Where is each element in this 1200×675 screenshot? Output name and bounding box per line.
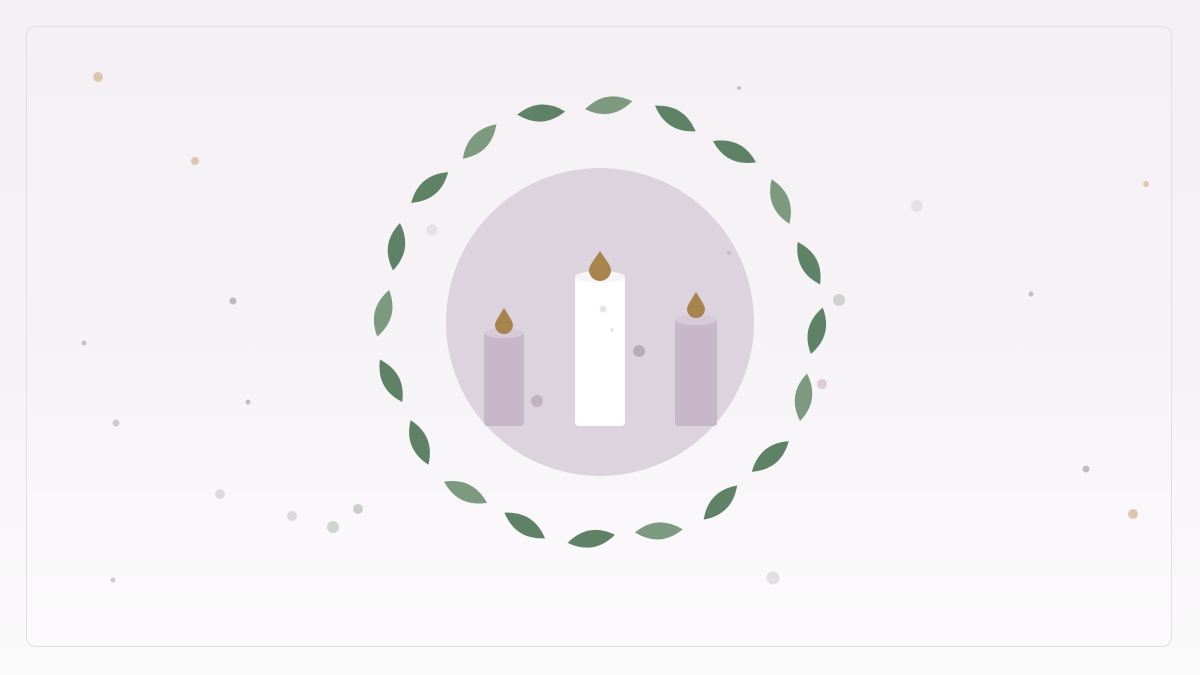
wreath-leaf [703,485,738,520]
background-dot [426,224,438,236]
wreath-leaf [712,140,757,164]
background-dot [81,340,87,346]
wreath-leaf [387,222,406,271]
background-dot [1082,465,1090,473]
background-dot [633,345,645,357]
wreath-leaf [443,480,488,504]
center-candle [575,251,625,426]
wreath-leaf [585,96,633,115]
illustration-stage [0,0,1200,675]
wreath-leaf [409,420,430,465]
background-dot [737,86,741,90]
wreath-leaf [634,522,683,540]
background-dot [833,294,845,306]
background-dot [911,200,923,212]
background-dot [112,419,120,427]
background-dot [353,504,363,514]
background-dot [229,297,237,305]
wreath-leaf [567,529,615,548]
background-dot [191,157,199,165]
wreath-leaf [411,172,449,203]
advent-wreath-illustration [81,72,1149,585]
wreath-leaf [807,307,827,354]
wreath-leaf [794,373,813,422]
background-dot [727,251,731,255]
background-dot [245,399,251,405]
background-dot [93,72,103,82]
background-dot [287,511,297,521]
background-dot [1143,181,1149,187]
background-dot [817,379,827,389]
wreath-leaf [462,124,497,159]
wreath-leaf [379,359,403,403]
wreath-leaf [797,241,821,285]
wreath-leaf [504,512,545,539]
background-dot [110,577,116,583]
background-dot [1128,509,1138,519]
wreath-leaf [517,104,566,122]
wreath-leaf [751,441,789,472]
background-dot [215,489,225,499]
wreath-leaf [373,290,393,337]
background-dot [1028,291,1034,297]
wreath-leaf [770,179,791,224]
wreath-leaf [655,105,696,132]
background-dot [766,571,780,585]
background-dot [327,521,339,533]
background-dot [531,395,543,407]
